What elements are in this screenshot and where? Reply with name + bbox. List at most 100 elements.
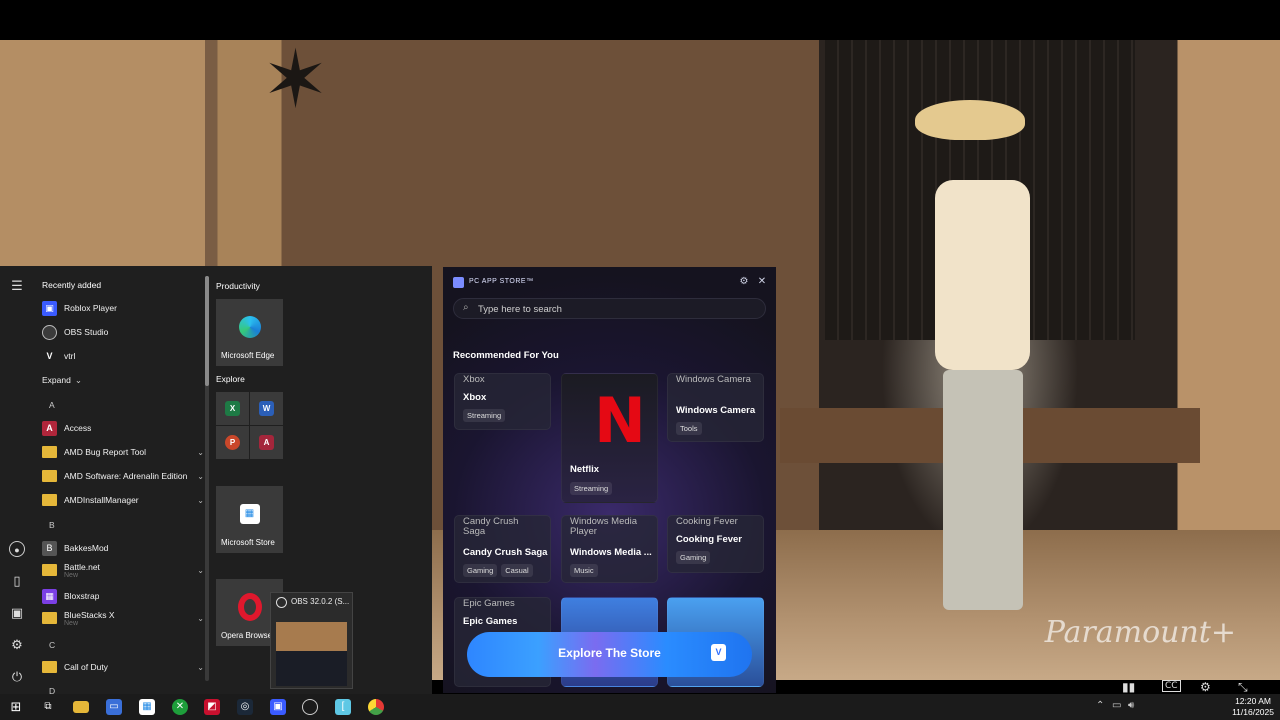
app-access[interactable]: A Access xyxy=(42,418,208,438)
app-card-netflix[interactable]: N Netflix Streaming xyxy=(561,373,658,503)
obs-window-thumbnail[interactable] xyxy=(276,622,347,686)
broken-image-alt: Candy Crush Saga xyxy=(463,516,519,537)
tray-overflow-chevron-icon[interactable]: ⌃ xyxy=(1096,700,1104,711)
folder-bluestacks-x[interactable]: BlueStacks X New ⌄ xyxy=(42,607,208,629)
letter-header-c[interactable]: C xyxy=(49,640,55,650)
roblox-icon[interactable]: ▣ xyxy=(270,699,286,715)
chrome-icon[interactable] xyxy=(368,699,384,715)
tile-access[interactable]: A xyxy=(250,426,283,459)
task-view-icon[interactable]: ⧉ xyxy=(40,699,56,715)
pause-toggle-icon[interactable]: ▮▮ xyxy=(1122,680,1135,694)
store-bag-icon: V xyxy=(711,644,726,661)
exit-fullscreen-icon[interactable]: ⤡ xyxy=(1238,680,1248,695)
windows-start-icon[interactable]: ⊞ xyxy=(8,699,24,715)
new-badge: New xyxy=(64,571,79,579)
bakkesmod-icon: B xyxy=(42,540,57,556)
captions-button[interactable]: CC xyxy=(1162,680,1181,692)
app-label: vtrl xyxy=(64,351,76,361)
amd-icon[interactable]: ◩ xyxy=(204,699,220,715)
hamburger-menu-icon[interactable]: ☰ xyxy=(9,278,25,294)
tile-excel[interactable]: X xyxy=(216,392,249,425)
obs-icon[interactable] xyxy=(302,699,318,715)
start-menu: ☰ ● ▯ ▣ ⚙ ⏻ Recently added ▣ Roblox Play… xyxy=(0,266,432,694)
folder-icon xyxy=(42,470,57,482)
app-card-xbox[interactable]: Xbox Xbox Streaming xyxy=(454,373,551,430)
settings-icon[interactable]: ⚙ xyxy=(9,637,25,653)
close-icon[interactable]: ✕ xyxy=(756,276,768,288)
chevron-down-icon: ⌄ xyxy=(197,662,204,672)
recently-added-heading: Recently added xyxy=(42,280,102,290)
recommended-heading: Recommended For You xyxy=(453,350,559,361)
tag-chip: Casual xyxy=(501,564,533,577)
app-card-cooking-fever[interactable]: Cooking Fever Cooking Fever Gaming xyxy=(667,515,764,573)
scrollbar-thumb[interactable] xyxy=(205,276,209,386)
tag-chip: Streaming xyxy=(570,482,613,495)
app-card-candy-crush[interactable]: Candy Crush Saga Candy Crush Saga Gaming… xyxy=(454,515,551,583)
edge-icon xyxy=(238,316,261,339)
access-icon: A xyxy=(42,420,57,436)
app-bloxstrap[interactable]: ▦ Bloxstrap xyxy=(42,586,208,606)
app-label: Roblox Player xyxy=(64,303,117,313)
expand-button[interactable]: Expand ⌄ xyxy=(42,370,208,390)
barn-star-decoration: ✶ xyxy=(262,35,330,124)
chevron-down-icon: ⌄ xyxy=(197,613,204,623)
store-search-input[interactable] xyxy=(478,301,758,317)
folder-battle-net[interactable]: Battle.net New ⌄ xyxy=(42,559,208,581)
settings-gear-icon[interactable]: ⚙ xyxy=(1200,680,1211,694)
folder-amd-bug-report-tool[interactable]: AMD Bug Report Tool ⌄ xyxy=(42,442,208,462)
app-icon-bracket[interactable]: [ xyxy=(335,699,351,715)
app-store-logo-icon xyxy=(453,277,464,288)
tile-microsoft-store[interactable]: ▦ Microsoft Store xyxy=(216,486,283,553)
user-account-icon[interactable]: ● xyxy=(9,541,25,557)
documents-icon[interactable]: ▯ xyxy=(9,573,25,589)
letter-header-d[interactable]: D xyxy=(49,686,55,694)
microsoft-store-icon: ▦ xyxy=(239,504,260,525)
microsoft-store-icon[interactable]: ▦ xyxy=(139,699,155,715)
folder-icon xyxy=(42,494,57,506)
obs-preview-title: OBS 32.0.2 (S... xyxy=(291,597,350,606)
settings-gear-icon[interactable]: ⚙ xyxy=(738,276,750,288)
tile-word[interactable]: W xyxy=(250,392,283,425)
folder-call-of-duty[interactable]: Call of Duty ⌄ xyxy=(42,657,208,677)
app-roblox-player[interactable]: ▣ Roblox Player xyxy=(42,298,208,318)
tag-chip: Gaming xyxy=(463,564,498,577)
tag-chip: Tools xyxy=(676,422,702,435)
app-bakkesmod[interactable]: B BakkesMod xyxy=(42,538,208,558)
pictures-icon[interactable]: ▣ xyxy=(9,605,25,621)
tag-chip: Streaming xyxy=(463,409,506,422)
system-clock[interactable]: 12:20 AM 11/16/2025 xyxy=(1232,696,1274,718)
app-obs-studio[interactable]: OBS Studio xyxy=(42,322,208,342)
file-explorer-icon[interactable] xyxy=(73,701,89,713)
app-card-windows-media-player[interactable]: Windows Media Player Windows Media ... M… xyxy=(561,515,658,583)
explore-the-store-button[interactable]: Explore The Store V xyxy=(467,632,752,677)
broken-image-alt: Windows Camera xyxy=(676,374,751,385)
obs-taskbar-preview[interactable]: OBS 32.0.2 (S... xyxy=(270,592,353,689)
power-icon[interactable]: ⏻ xyxy=(9,669,25,685)
tile-powerpoint[interactable]: P xyxy=(216,426,249,459)
chevron-down-icon: ⌄ xyxy=(197,447,204,457)
app-card-windows-camera[interactable]: Windows Camera Windows Camera Tools xyxy=(667,373,764,442)
paramount-watermark: Paramount+ xyxy=(1044,615,1236,650)
opera-icon xyxy=(237,593,262,622)
letter-header-b[interactable]: B xyxy=(49,520,55,530)
roblox-icon: ▣ xyxy=(42,300,57,316)
app-vtrl[interactable]: V vtrl xyxy=(42,346,208,366)
obs-icon xyxy=(276,597,287,608)
tile-microsoft-edge[interactable]: Microsoft Edge xyxy=(216,299,283,366)
folder-amd-software[interactable]: AMD Software: Adrenalin Edition ⌄ xyxy=(42,466,208,486)
app-list-scrollbar[interactable] xyxy=(205,276,209,681)
letter-header-a[interactable]: A xyxy=(49,400,55,410)
volume-icon[interactable]: 🔊︎ xyxy=(1128,700,1134,711)
chevron-down-icon: ⌄ xyxy=(197,495,204,505)
folder-amdinstallmanager[interactable]: AMDInstallManager ⌄ xyxy=(42,490,208,510)
word-icon: W xyxy=(259,401,274,416)
xbox-icon[interactable]: ✕ xyxy=(172,699,188,715)
network-icon[interactable]: ▭ xyxy=(1112,700,1121,711)
steam-icon[interactable]: ◎ xyxy=(237,699,253,715)
explore-heading: Explore xyxy=(216,374,245,384)
app-store-title: PC APP STORE™ xyxy=(469,278,534,285)
folder-icon xyxy=(42,564,57,576)
store-search-box[interactable]: ⌕ xyxy=(453,298,766,319)
folder-icon xyxy=(42,661,57,673)
app-icon-car[interactable]: ▭ xyxy=(106,699,122,715)
